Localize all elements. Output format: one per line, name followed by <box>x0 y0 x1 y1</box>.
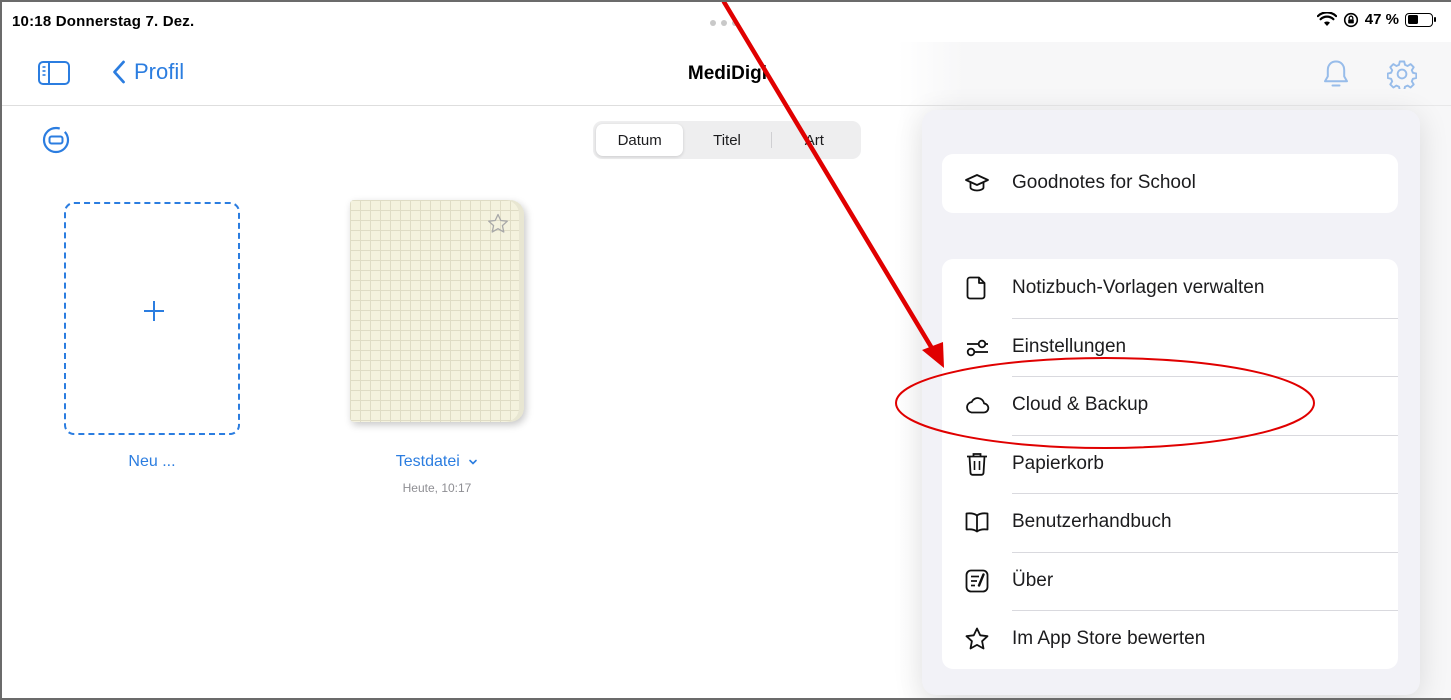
menu-item-label: Über <box>1012 569 1054 591</box>
settings-popover: Goodnotes for School Notizbuch-Vorlagen … <box>922 110 1420 695</box>
menu-item-papierkorb[interactable]: Papierkorb <box>942 434 1398 494</box>
status-indicators: 47 % <box>1316 11 1436 28</box>
book-icon <box>965 512 989 533</box>
orientation-lock-icon <box>1343 12 1358 27</box>
info-note-icon <box>965 569 989 593</box>
menu-item-goodnotes-for-school[interactable]: Goodnotes for School <box>942 154 1398 213</box>
menu-item-benutzerhandbuch[interactable]: Benutzerhandbuch <box>942 493 1398 552</box>
wifi-icon <box>1316 12 1337 26</box>
menu-item-label: Papierkorb <box>1012 452 1104 474</box>
new-document-button[interactable] <box>64 202 240 435</box>
menu-item-notizbuch-vorlagen[interactable]: Notizbuch-Vorlagen verwalten <box>942 259 1398 318</box>
menu-item-ueber[interactable]: Über <box>942 551 1398 611</box>
graduation-cap-icon <box>965 174 989 192</box>
sliders-icon <box>966 339 988 356</box>
trash-icon <box>967 452 987 476</box>
new-document-label[interactable]: Neu ... <box>64 453 240 471</box>
star-icon <box>965 627 989 650</box>
status-bar: 10:18 Donnerstag 7. Dez. 47 % <box>2 2 1451 42</box>
notebook-date: Heute, 10:17 <box>402 481 472 495</box>
app-window: 10:18 Donnerstag 7. Dez. 47 % Profil Med… <box>0 0 1451 700</box>
menu-group-school: Goodnotes for School <box>942 154 1398 213</box>
menu-item-cloud-backup[interactable]: Cloud & Backup <box>942 376 1398 435</box>
menu-item-label: Benutzerhandbuch <box>1012 511 1172 533</box>
status-time-date: 10:18 Donnerstag 7. Dez. <box>12 13 195 30</box>
notebook-thumbnail[interactable] <box>350 200 524 422</box>
battery-level <box>1407 15 1419 24</box>
sort-option-titel[interactable]: Titel <box>683 124 770 156</box>
menu-item-label: Einstellungen <box>1012 335 1127 357</box>
cloud-icon <box>966 397 990 414</box>
select-mode-icon[interactable] <box>42 126 70 154</box>
menu-item-einstellungen[interactable]: Einstellungen <box>942 317 1398 377</box>
battery-icon <box>1405 12 1436 27</box>
menu-item-app-store-bewerten[interactable]: Im App Store bewerten <box>942 610 1398 669</box>
sort-option-art[interactable]: Art <box>770 124 858 156</box>
multitasking-dots[interactable] <box>710 20 744 26</box>
chevron-down-icon[interactable] <box>468 458 478 466</box>
menu-item-label: Notizbuch-Vorlagen verwalten <box>1012 277 1265 299</box>
menu-item-label: Im App Store bewerten <box>1012 628 1206 650</box>
menu-item-label: Goodnotes for School <box>1012 172 1196 194</box>
sort-segmented-control: Datum Titel Art <box>593 121 861 159</box>
battery-percent: 47 % <box>1364 11 1399 28</box>
favorite-star-icon[interactable] <box>486 212 510 236</box>
plus-icon <box>144 301 164 321</box>
notebook-title-text: Testdatei <box>395 453 460 470</box>
notebook-title[interactable]: Testdatei <box>350 453 524 471</box>
document-icon <box>966 276 986 300</box>
sort-option-datum[interactable]: Datum <box>596 124 684 156</box>
menu-item-label: Cloud & Backup <box>1012 394 1149 416</box>
menu-group-main: Notizbuch-Vorlagen verwalten Einstellung… <box>942 259 1398 669</box>
